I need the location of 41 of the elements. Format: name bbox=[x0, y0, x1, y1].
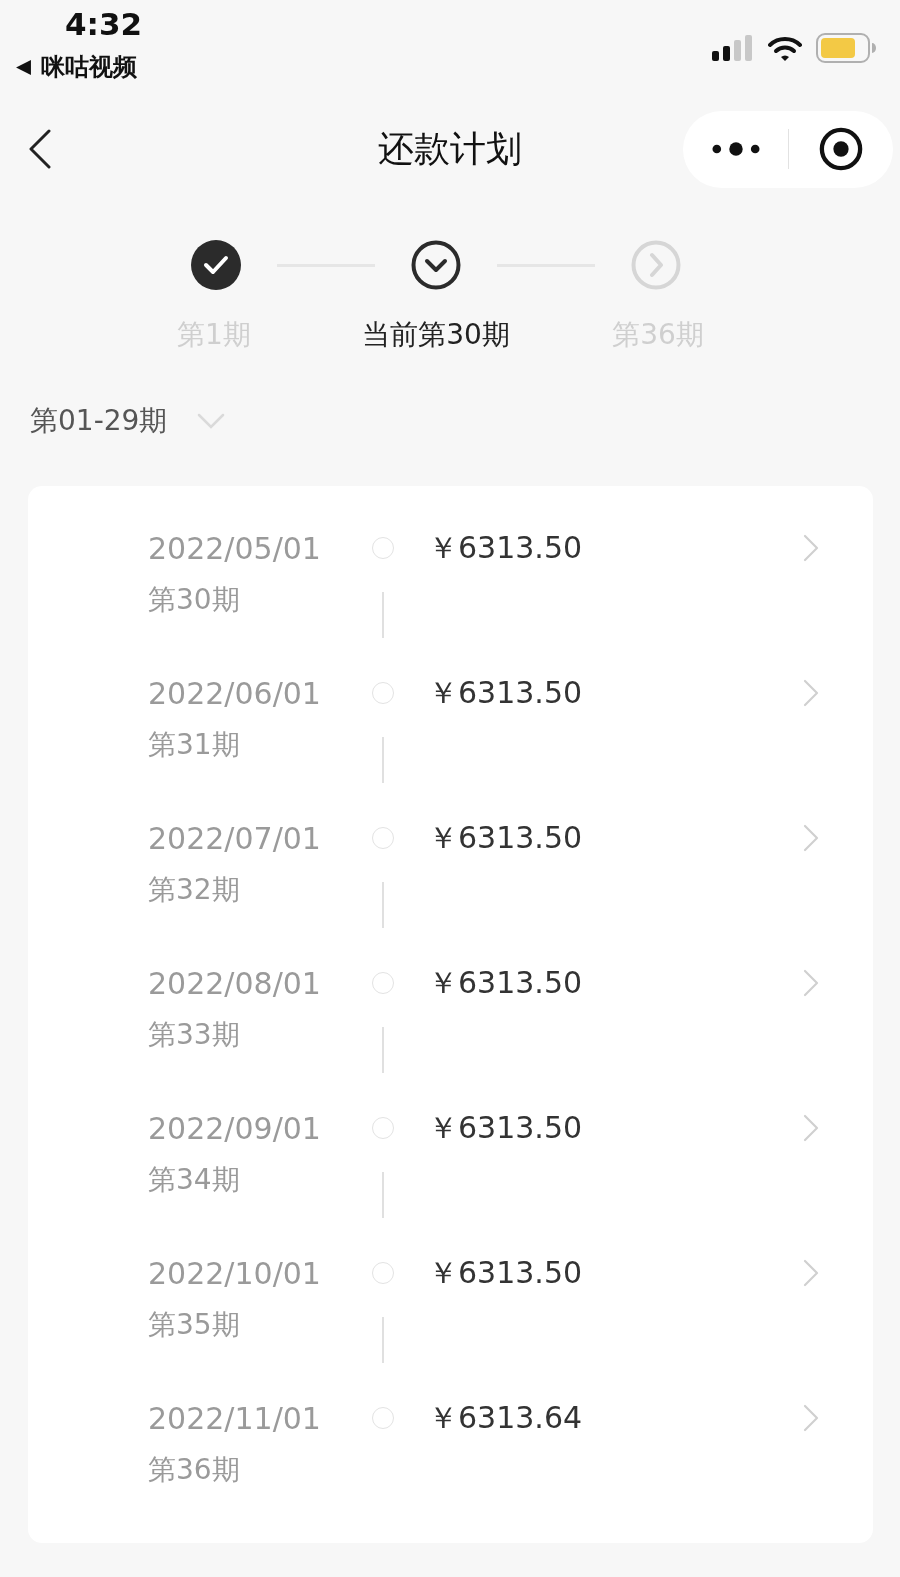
due-date: 2022/07/01 bbox=[148, 820, 322, 856]
installment-amount: ￥6313.50 bbox=[427, 528, 584, 567]
installment-amount: ￥6313.50 bbox=[427, 1108, 584, 1147]
period-number: 第35期 bbox=[148, 1307, 241, 1343]
period-number: 第31期 bbox=[148, 727, 241, 763]
back-app-link[interactable]: 咪咕视频 bbox=[41, 52, 137, 82]
installment-amount: ￥6313.50 bbox=[427, 963, 584, 1002]
due-date: 2022/06/01 bbox=[148, 675, 322, 711]
period-range-dropdown[interactable]: 第01-29期 bbox=[30, 403, 168, 439]
back-icon[interactable] bbox=[28, 129, 52, 169]
due-date: 2022/11/01 bbox=[148, 1400, 322, 1436]
chevron-right-icon[interactable] bbox=[802, 1403, 820, 1433]
page-title: 还款计划 bbox=[378, 126, 522, 171]
caret-icon[interactable] bbox=[197, 413, 226, 429]
battery-icon bbox=[816, 33, 876, 63]
installment-amount: ￥6313.50 bbox=[427, 818, 584, 857]
period-number: 第34期 bbox=[148, 1162, 241, 1198]
more-icon[interactable] bbox=[712, 141, 760, 157]
status-time: 4:32 bbox=[65, 6, 143, 42]
due-date: 2022/09/01 bbox=[148, 1110, 322, 1146]
chevron-right-icon[interactable] bbox=[802, 1258, 820, 1288]
due-date: 2022/08/01 bbox=[148, 965, 322, 1001]
due-date: 2022/05/01 bbox=[148, 530, 322, 566]
chevron-right-icon[interactable] bbox=[802, 533, 820, 563]
installment-amount: ￥6313.50 bbox=[427, 673, 584, 712]
period-number: 第33期 bbox=[148, 1017, 241, 1053]
step-label: 当前第30期 bbox=[362, 317, 510, 353]
signal-icon bbox=[712, 35, 754, 61]
period-number: 第30期 bbox=[148, 582, 241, 618]
due-date: 2022/10/01 bbox=[148, 1255, 322, 1291]
wifi-icon bbox=[768, 35, 802, 61]
period-number: 第32期 bbox=[148, 872, 241, 908]
chevron-right-icon[interactable] bbox=[802, 1113, 820, 1143]
chevron-right-icon[interactable] bbox=[802, 678, 820, 708]
chevron-right-icon[interactable] bbox=[802, 823, 820, 853]
target-icon[interactable] bbox=[819, 127, 863, 171]
period-number: 第36期 bbox=[148, 1452, 241, 1488]
installment-amount: ￥6313.64 bbox=[427, 1398, 584, 1437]
chevron-right-icon[interactable] bbox=[802, 968, 820, 998]
installment-amount: ￥6313.50 bbox=[427, 1253, 584, 1292]
back-triangle-icon[interactable] bbox=[15, 58, 32, 76]
